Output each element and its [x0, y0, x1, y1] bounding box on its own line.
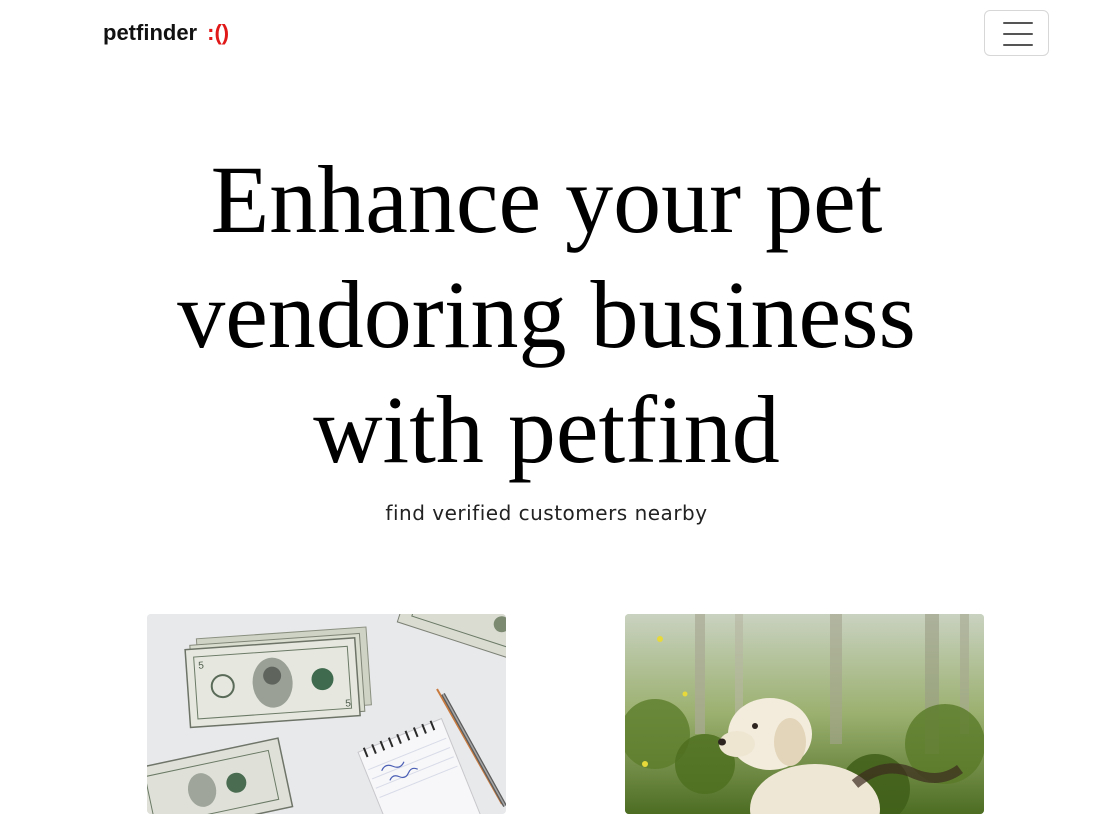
puppy-card-image	[625, 614, 984, 814]
puppy-photo	[625, 614, 984, 814]
hamburger-icon	[1003, 22, 1033, 46]
money-card-image: 5 5	[147, 614, 506, 814]
hero-subtitle: find verified customers nearby	[385, 501, 708, 525]
money-photo: 5 5	[147, 614, 506, 814]
brand-name: petfinder	[103, 20, 198, 45]
hero-title-line-2: vendoring business	[177, 261, 916, 368]
navbar: petfinder :()	[0, 0, 1093, 66]
menu-toggle-button[interactable]	[984, 10, 1049, 56]
hero-title-line-3: with petfind	[313, 376, 780, 483]
hero-title: Enhance your pet vendoring business with…	[0, 142, 1093, 487]
brand-emoticon: :()	[207, 20, 230, 45]
hero-title-line-1: Enhance your pet	[210, 146, 883, 253]
brand-logo[interactable]: petfinder :()	[103, 18, 229, 48]
